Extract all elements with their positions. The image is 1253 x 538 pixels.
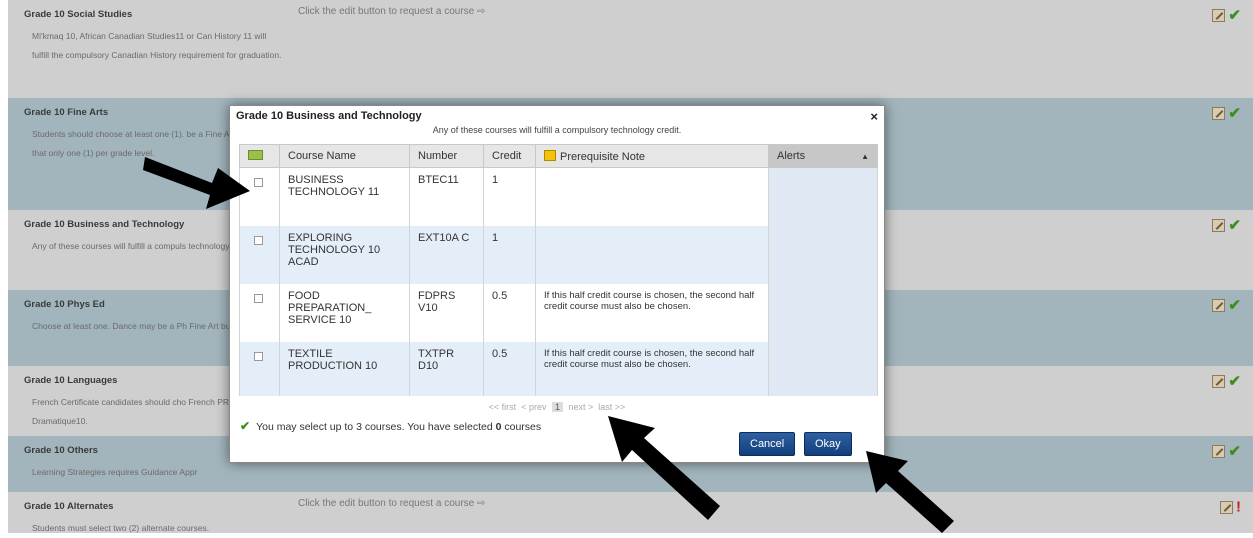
edit-icon[interactable]: [1212, 8, 1226, 22]
course-checkbox[interactable]: [254, 235, 263, 245]
column-header-course-name[interactable]: Course Name: [279, 144, 410, 168]
check-icon: ✔: [1228, 105, 1241, 123]
note-icon: [544, 149, 556, 161]
group-description: Learning Strategies requires Guidance Ap…: [32, 467, 198, 477]
course-checkbox[interactable]: [254, 293, 263, 303]
check-icon: ✔: [240, 419, 251, 433]
course-name: EXPLORING TECHNOLOGY 10 ACAD: [279, 225, 410, 284]
cancel-button[interactable]: Cancel: [739, 432, 796, 456]
dialog-subtitle: Any of these courses will fulfill a comp…: [432, 125, 682, 135]
check-icon: ✔: [1228, 7, 1241, 25]
column-header-alerts[interactable]: Alerts ▲: [768, 144, 878, 168]
group-title: Grade 10 Social Studies: [24, 9, 133, 20]
sort-up-icon[interactable]: ▲: [861, 152, 869, 161]
course-number: TXTPR D10: [409, 341, 484, 396]
table-row[interactable]: FOOD PREPARATION_ SERVICE 10 FDPRS V10 0…: [239, 283, 878, 342]
group-title: Grade 10 Phys Ed: [24, 299, 105, 310]
column-header-credit[interactable]: Credit: [483, 144, 536, 168]
course-name: FOOD PREPARATION_ SERVICE 10: [279, 283, 410, 342]
prerequisite-note: [535, 225, 769, 284]
course-table: Course Name Number Credit Prerequisite N…: [239, 144, 878, 396]
course-credit: 0.5: [483, 283, 536, 342]
close-icon[interactable]: ×: [870, 109, 878, 124]
course-number: BTEC11: [409, 167, 484, 226]
okay-button[interactable]: Okay: [804, 432, 852, 456]
pagination: << first < prev 1 next > last >>: [230, 402, 884, 412]
next-page-link[interactable]: next >: [569, 402, 594, 412]
course-number: FDPRS V10: [409, 283, 484, 342]
column-label: Alerts: [777, 150, 806, 162]
group-title: Grade 10 Others: [24, 445, 98, 456]
column-header-number[interactable]: Number: [409, 144, 484, 168]
course-credit: 1: [483, 225, 536, 284]
course-credit: 0.5: [483, 341, 536, 396]
status-text: You may select up to 3 courses. You have…: [256, 421, 496, 433]
dialog-title: Grade 10 Business and Technology: [236, 110, 422, 122]
group-row-social-studies: Grade 10 Social Studies Mi'kmaq 10, Afri…: [8, 0, 1253, 98]
course-number: EXT10A C: [409, 225, 484, 284]
table-row[interactable]: EXPLORING TECHNOLOGY 10 ACAD EXT10A C 1: [239, 225, 878, 284]
prerequisite-note: [535, 167, 769, 226]
current-page: 1: [551, 402, 563, 412]
request-hint: Click the edit button to request a cours…: [298, 498, 486, 509]
course-checkbox[interactable]: [254, 351, 263, 361]
alerts-cell: [768, 283, 878, 342]
edit-icon[interactable]: [1212, 106, 1226, 120]
arrow-pointing-okay-button: [866, 451, 954, 533]
group-description: Mi'kmaq 10, African Canadian Studies11 o…: [32, 31, 282, 60]
alerts-cell: [768, 167, 878, 226]
table-row[interactable]: TEXTILE PRODUCTION 10 TXTPR D10 0.5 If t…: [239, 341, 878, 396]
group-title: Grade 10 Fine Arts: [24, 107, 109, 118]
check-icon: ✔: [1228, 443, 1241, 461]
alerts-cell: [768, 341, 878, 396]
prerequisite-note: If this half credit course is chosen, th…: [535, 283, 769, 342]
arrow-pointing-selection-status: [608, 416, 720, 520]
column-label: Prerequisite Note: [560, 150, 645, 163]
edit-icon[interactable]: [1212, 218, 1226, 232]
group-description: Students must select two (2) alternate c…: [32, 523, 210, 533]
prev-page-link[interactable]: < prev: [521, 402, 546, 412]
course-name: TEXTILE PRODUCTION 10: [279, 341, 410, 396]
edit-icon[interactable]: [1212, 298, 1226, 312]
group-title: Grade 10 Languages: [24, 375, 118, 386]
course-name: BUSINESS TECHNOLOGY 11: [279, 167, 410, 226]
prerequisite-note: If this half credit course is chosen, th…: [535, 341, 769, 396]
selection-status: ✔ You may select up to 3 courses. You hav…: [240, 419, 541, 433]
check-icon: ✔: [1228, 217, 1241, 235]
first-page-link[interactable]: << first: [489, 402, 517, 412]
edit-icon[interactable]: [1212, 444, 1226, 458]
course-credit: 1: [483, 167, 536, 226]
table-row[interactable]: BUSINESS TECHNOLOGY 11 BTEC11 1: [239, 167, 878, 226]
exclamation-icon: !: [1236, 498, 1241, 516]
status-text-end: courses: [501, 421, 542, 433]
course-selection-dialog: Grade 10 Business and Technology × Any o…: [229, 105, 885, 463]
alerts-cell: [768, 225, 878, 284]
check-icon: ✔: [1228, 297, 1241, 315]
edit-icon[interactable]: [1212, 374, 1226, 388]
table-header: Course Name Number Credit Prerequisite N…: [239, 144, 878, 168]
check-icon: ✔: [1228, 373, 1241, 391]
group-title: Grade 10 Alternates: [24, 501, 114, 512]
group-title: Grade 10 Business and Technology: [24, 219, 185, 230]
edit-icon[interactable]: [1220, 500, 1233, 514]
column-header-prerequisite-note[interactable]: Prerequisite Note: [535, 144, 769, 168]
arrow-pointing-checkbox: [143, 157, 250, 209]
request-hint: Click the edit button to request a cours…: [298, 6, 486, 17]
